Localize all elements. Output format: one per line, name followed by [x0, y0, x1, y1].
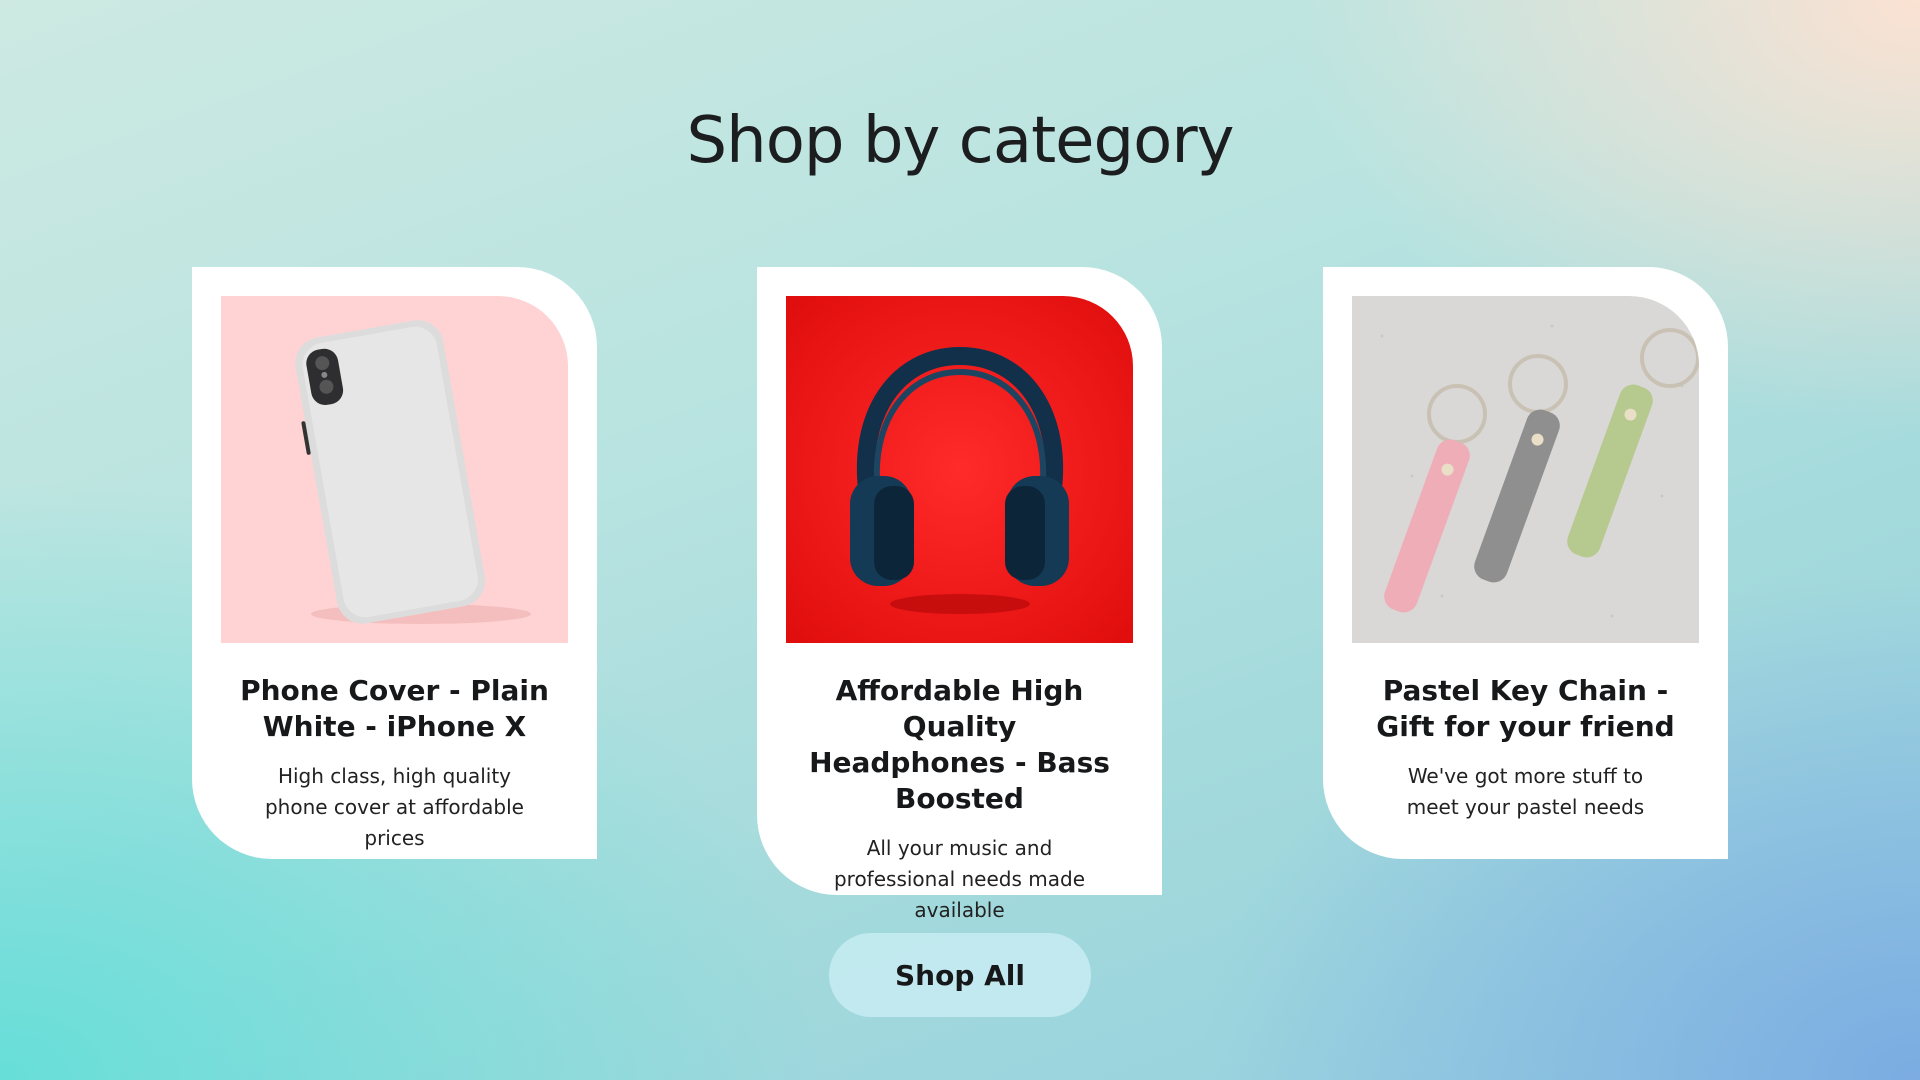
category-card-headphones[interactable]: Affordable High Quality Headphones - Bas…	[757, 267, 1162, 922]
card-description: We've got more stuff to meet your pastel…	[1406, 764, 1645, 819]
category-card-phone-cover[interactable]: Phone Cover - Plain White - iPhone X Hig…	[192, 267, 597, 859]
card-description: All your music and professional needs ma…	[833, 836, 1086, 922]
card-description: High class, high quality phone cover at …	[264, 764, 524, 850]
keychains-image[interactable]	[1352, 296, 1699, 643]
shop-all-button[interactable]: Shop All	[829, 933, 1091, 1017]
category-card-keychain[interactable]: Pastel Key Chain - Gift for your friend …	[1323, 267, 1728, 859]
page-title: Shop by category	[686, 104, 1235, 178]
card-title[interactable]: Phone Cover - Plain White - iPhone X	[221, 673, 568, 745]
card-title[interactable]: Pastel Key Chain - Gift for your friend	[1352, 673, 1699, 745]
card-title[interactable]: Affordable High Quality Headphones - Bas…	[786, 673, 1133, 817]
headphones-image[interactable]	[786, 296, 1133, 643]
phone-cover-image[interactable]	[221, 296, 568, 643]
